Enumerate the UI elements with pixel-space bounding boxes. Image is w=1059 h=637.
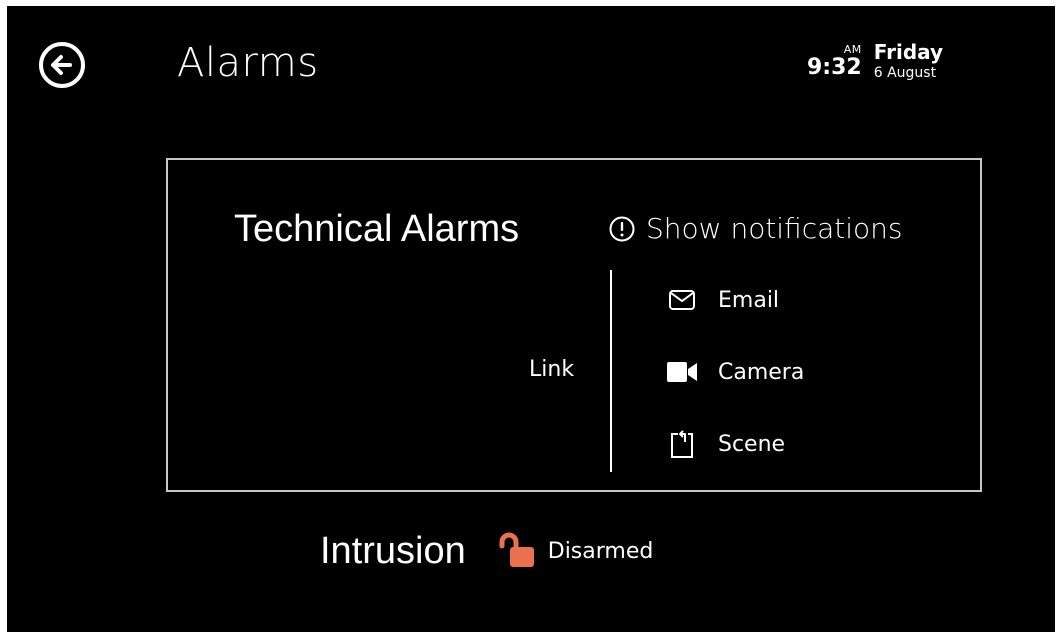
clock-day: Friday	[873, 40, 944, 64]
scene-icon	[671, 430, 693, 458]
intrusion-title: Intrusion	[320, 530, 466, 572]
technical-alarms-title: Technical Alarms	[234, 208, 520, 250]
alert-circle-icon	[609, 216, 635, 241]
back-arrow-circle-icon	[39, 42, 85, 88]
show-notifications-label: Show notifications	[646, 212, 903, 245]
back-button[interactable]	[37, 40, 87, 90]
link-item-label: Camera	[718, 359, 805, 385]
link-item-camera[interactable]: Camera	[666, 358, 804, 386]
page-title: Alarms	[177, 40, 319, 86]
intrusion-lock-button[interactable]	[498, 532, 536, 572]
link-divider	[610, 270, 612, 472]
link-label: Link	[529, 357, 575, 382]
link-item-label: Scene	[718, 431, 786, 457]
clock-date-value: 6 August	[873, 65, 937, 81]
clock-time: AM 9:32	[807, 40, 862, 80]
clock: AM 9:32 Friday 6 August	[807, 40, 943, 82]
link-item-label: Email	[718, 287, 780, 313]
clock-time-value: 9:32	[807, 55, 862, 80]
technical-alarms-panel: Technical Alarms Show notifications Link…	[166, 158, 982, 492]
unlocked-padlock-icon	[499, 532, 534, 567]
alarms-screen: Alarms AM 9:32 Friday 6 August Technical…	[7, 6, 1055, 632]
link-item-email[interactable]: Email	[666, 286, 779, 314]
email-icon	[669, 290, 695, 310]
link-item-scene[interactable]: Scene	[666, 430, 785, 458]
intrusion-status: Disarmed	[547, 539, 654, 564]
camera-icon	[667, 362, 697, 382]
show-notifications-button[interactable]: Show notifications	[608, 212, 903, 245]
clock-date: Friday 6 August	[874, 40, 943, 82]
intrusion-row: Intrusion Disarmed	[320, 530, 653, 573]
